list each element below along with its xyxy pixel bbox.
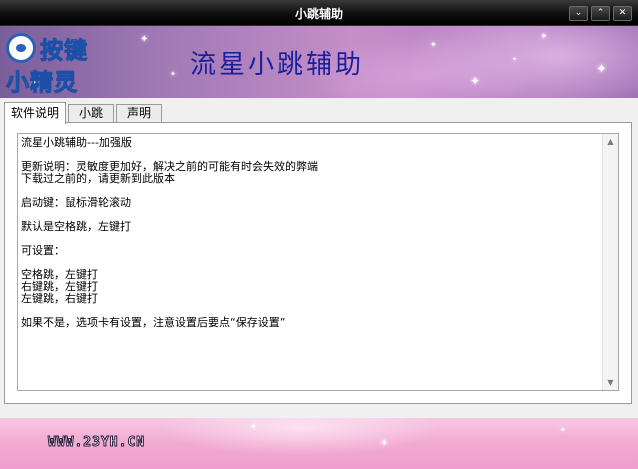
- main-window: 小跳辅助 ⌄ ⌃ ✕ 按键 小精灵 流星小跳辅助 ✦ ✦ ✦ ✦ ✦ ✦ ✦ 软…: [0, 0, 638, 469]
- title-bar[interactable]: 小跳辅助 ⌄ ⌃ ✕: [0, 0, 638, 26]
- description-text: 流星小跳辅助---加强版 更新说明：灵敏度更加好，解决之前的可能有时会失效的弊端…: [21, 136, 318, 329]
- tab-panel: 流星小跳辅助---加强版 更新说明：灵敏度更加好，解决之前的可能有时会失效的弊端…: [4, 122, 632, 404]
- tab-statement[interactable]: 声明: [116, 104, 162, 123]
- sparkle-icon: ✦: [380, 438, 389, 449]
- footer-website: WWW.23YH.CN: [47, 435, 146, 451]
- sparkle-icon: ✦: [470, 74, 481, 88]
- tab-bar: 软件说明 小跳 声明: [4, 102, 634, 124]
- logo-text-top: 按键: [40, 38, 88, 65]
- description-textbox[interactable]: 流星小跳辅助---加强版 更新说明：灵敏度更加好，解决之前的可能有时会失效的弊端…: [17, 133, 619, 391]
- sparkle-icon: ✦: [140, 34, 149, 45]
- logo-text-bottom: 小精灵: [6, 70, 78, 97]
- header-banner: 按键 小精灵 流星小跳辅助 ✦ ✦ ✦ ✦ ✦ ✦ ✦: [0, 26, 638, 98]
- close-button[interactable]: ✕: [613, 6, 632, 21]
- sparkle-icon: ✦: [250, 422, 257, 431]
- window-controls: ⌄ ⌃ ✕: [569, 6, 632, 21]
- minimize-button[interactable]: ⌄: [569, 6, 588, 21]
- banner-title: 流星小跳辅助: [190, 50, 365, 80]
- tab-software-info[interactable]: 软件说明: [4, 102, 66, 124]
- sparkle-icon: ✦: [170, 70, 176, 78]
- sparkle-icon: ✦: [560, 426, 566, 434]
- sparkle-icon: ✦: [512, 56, 518, 63]
- app-logo: 按键 小精灵: [2, 29, 100, 97]
- footer-banner: WWW.23YH.CN ✦ ✦ ✦: [0, 418, 638, 469]
- sparkle-icon: ✦: [430, 40, 437, 49]
- scroll-up-icon[interactable]: ▲: [604, 135, 617, 148]
- tab-jump[interactable]: 小跳: [68, 104, 114, 123]
- vertical-scrollbar[interactable]: ▲ ▼: [602, 134, 618, 390]
- sparkle-icon: ✦: [596, 62, 607, 77]
- sparkle-icon: ✦: [540, 32, 548, 42]
- maximize-button[interactable]: ⌃: [591, 6, 610, 21]
- window-title: 小跳辅助: [294, 7, 343, 21]
- logo-mascot-icon: [6, 33, 36, 63]
- scroll-down-icon[interactable]: ▼: [604, 376, 617, 389]
